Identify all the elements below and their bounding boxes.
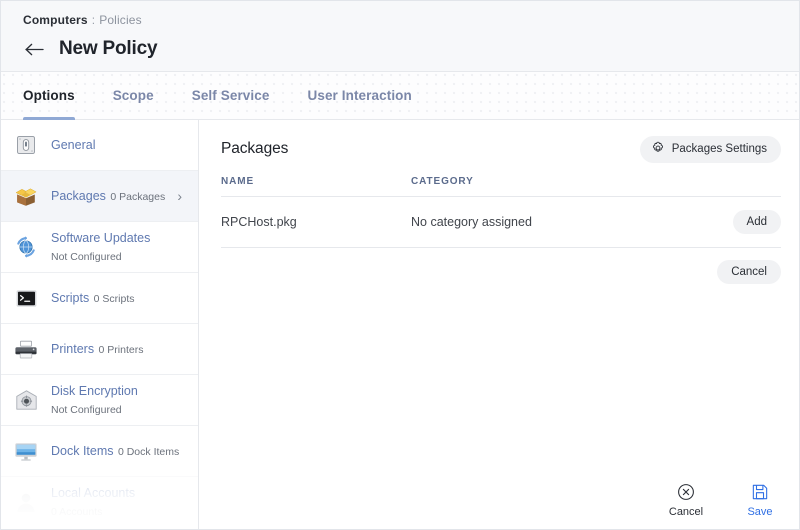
- gear-icon: [651, 141, 665, 158]
- sidebar-item-text: General: [51, 136, 188, 154]
- breadcrumb: Computers:Policies: [23, 12, 799, 28]
- sidebar-item-scripts[interactable]: Scripts 0 Scripts: [1, 273, 198, 324]
- breadcrumb-computers[interactable]: Computers: [23, 13, 88, 27]
- cancel-button[interactable]: Cancel: [663, 483, 709, 519]
- printer-icon: [13, 336, 39, 362]
- sidebar-item-label: General: [51, 138, 95, 152]
- tab-options[interactable]: Options: [23, 72, 75, 120]
- save-button-label: Save: [747, 506, 772, 519]
- payload-sidebar: General Packages 0 Packages: [1, 120, 199, 530]
- tab-scope[interactable]: Scope: [113, 72, 154, 120]
- title-row: New Policy: [23, 38, 799, 60]
- sidebar-item-label: Disk Encryption: [51, 384, 138, 398]
- sidebar-item-label: Local Accounts: [51, 486, 135, 500]
- terminal-icon: [13, 285, 39, 311]
- cell-package-category: No category assigned: [411, 197, 701, 248]
- tab-self-service[interactable]: Self Service: [192, 72, 270, 120]
- add-package-button[interactable]: Add: [733, 210, 781, 234]
- sidebar-item-sublabel: Not Configured: [51, 404, 122, 416]
- sidebar-item-sublabel: 0 Packages: [110, 191, 165, 203]
- breadcrumb-separator: :: [88, 13, 99, 27]
- sidebar-item-text: Packages 0 Packages: [51, 187, 177, 205]
- sidebar-item-disk-encryption[interactable]: Disk Encryption Not Configured: [1, 375, 198, 426]
- sidebar-item-text: Printers 0 Printers: [51, 340, 188, 358]
- page-header: Computers:Policies New Policy: [1, 1, 799, 72]
- sidebar-item-label: Dock Items: [51, 444, 114, 458]
- floppy-disk-save-icon: [751, 483, 769, 501]
- sidebar-item-label: Software Updates: [51, 231, 150, 245]
- table-head: NAME CATEGORY: [221, 172, 781, 197]
- table-body: RPCHost.pkg No category assigned Add: [221, 197, 781, 248]
- sidebar-item-label: Scripts: [51, 291, 89, 305]
- sidebar-item-sublabel: 0 Scripts: [94, 293, 135, 305]
- sidebar-item-local-accounts[interactable]: Local Accounts 0 Accounts: [1, 477, 198, 528]
- monitor-icon: [13, 438, 39, 464]
- packages-settings-label: Packages Settings: [672, 143, 767, 155]
- sidebar-item-sublabel: 0 Accounts: [51, 506, 102, 518]
- sidebar-item-software-updates[interactable]: Software Updates Not Configured: [1, 222, 198, 273]
- column-header-category: CATEGORY: [411, 172, 701, 197]
- packages-settings-button[interactable]: Packages Settings: [640, 136, 781, 163]
- cell-action: Add: [701, 197, 781, 248]
- switch-icon: [13, 132, 39, 158]
- save-button[interactable]: Save: [737, 483, 783, 519]
- body-split: General Packages 0 Packages: [1, 120, 799, 530]
- sidebar-item-text: Dock Items 0 Dock Items: [51, 442, 188, 460]
- sidebar-item-sublabel: Not Configured: [51, 251, 122, 263]
- sidebar-item-general[interactable]: General: [1, 120, 198, 171]
- panel-title: Packages: [221, 140, 288, 158]
- sidebar-item-packages[interactable]: Packages 0 Packages ›: [1, 171, 198, 222]
- table-cancel-row: Cancel: [221, 248, 781, 284]
- cancel-package-selection-button[interactable]: Cancel: [717, 260, 781, 284]
- arrow-left-icon[interactable]: [23, 38, 45, 60]
- column-header-action: [701, 172, 781, 197]
- column-header-name: NAME: [221, 172, 411, 197]
- sidebar-item-text: Scripts 0 Scripts: [51, 289, 188, 307]
- breadcrumb-policies[interactable]: Policies: [99, 13, 142, 27]
- footer-actions: Cancel Save: [663, 483, 783, 519]
- sidebar-item-text: Local Accounts 0 Accounts: [51, 484, 188, 520]
- page-title: New Policy: [59, 38, 157, 60]
- table-row[interactable]: RPCHost.pkg No category assigned Add: [221, 197, 781, 248]
- sidebar-item-printers[interactable]: Printers 0 Printers: [1, 324, 198, 375]
- sidebar-item-label: Printers: [51, 342, 94, 356]
- tab-user-interaction[interactable]: User Interaction: [307, 72, 411, 120]
- package-box-icon: [13, 183, 39, 209]
- sidebar-item-sublabel: 0 Printers: [99, 344, 144, 356]
- sidebar-item-label: Packages: [51, 189, 106, 203]
- sidebar-item-dock-items[interactable]: Dock Items 0 Dock Items: [1, 426, 198, 477]
- software-update-globe-icon: [13, 234, 39, 260]
- sidebar-item-text: Disk Encryption Not Configured: [51, 382, 188, 418]
- safe-vault-icon: [13, 387, 39, 413]
- cell-package-name: RPCHost.pkg: [221, 197, 411, 248]
- policy-editor-window: Computers:Policies New Policy Options Sc…: [0, 0, 800, 530]
- sidebar-item-sublabel: 0 Dock Items: [118, 446, 179, 458]
- sidebar-item-text: Software Updates Not Configured: [51, 229, 188, 265]
- packages-table: NAME CATEGORY RPCHost.pkg No category as…: [221, 172, 781, 248]
- tab-bar: Options Scope Self Service User Interact…: [1, 72, 799, 120]
- cancel-button-label: Cancel: [669, 506, 703, 519]
- chevron-right-icon[interactable]: ›: [177, 188, 182, 204]
- panel-header: Packages Packages Settings: [221, 120, 781, 172]
- packages-panel: Packages Packages Settings NAME CAT: [199, 120, 799, 530]
- table-header-row: NAME CATEGORY: [221, 172, 781, 197]
- circle-x-icon: [677, 483, 695, 501]
- user-silhouette-icon: [13, 489, 39, 515]
